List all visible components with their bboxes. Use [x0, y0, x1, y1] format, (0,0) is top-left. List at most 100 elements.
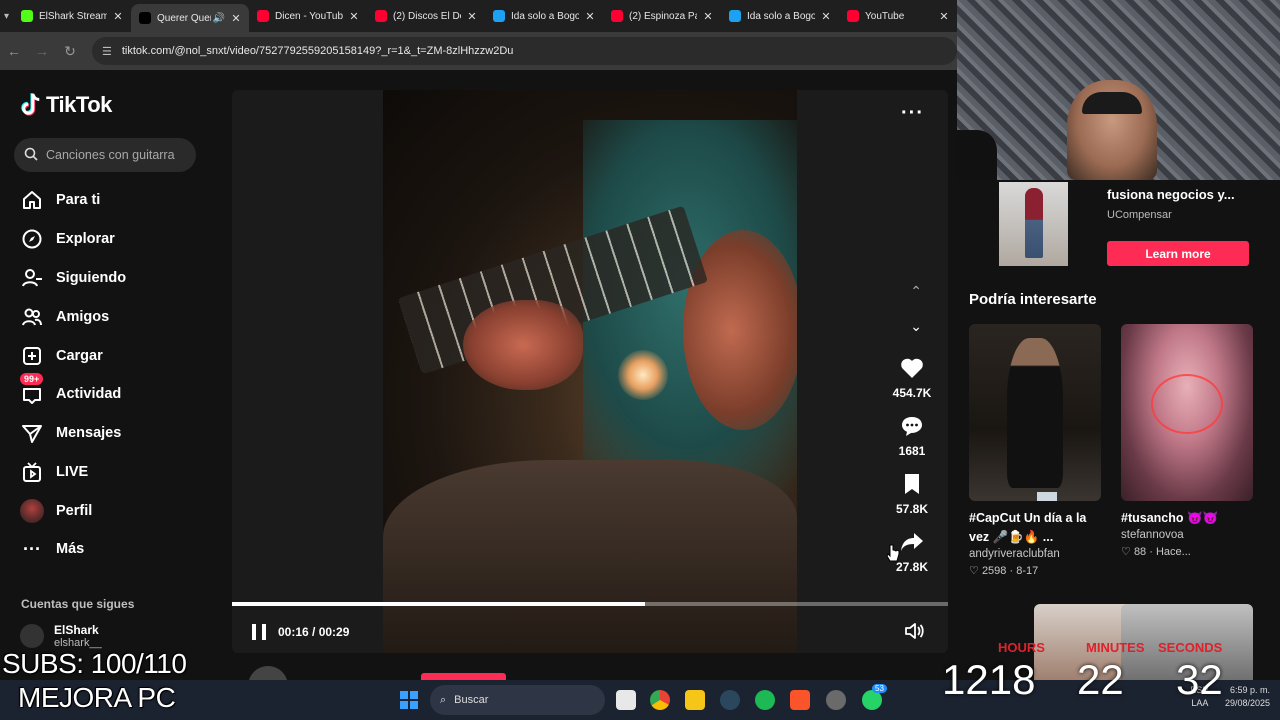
suggestion-user[interactable]: stefannovoa	[1121, 529, 1253, 541]
tab-close-icon[interactable]: ✕	[583, 10, 597, 23]
tab-audio-icon[interactable]: 🔊	[213, 13, 225, 24]
nav-label: Mensajes	[56, 425, 122, 441]
browser-tab[interactable]: (2) Espinoza Paz ✕	[603, 0, 721, 32]
video-progress-bar[interactable]	[232, 602, 948, 606]
nav-explorar[interactable]: Explorar	[20, 224, 115, 254]
steam-icon[interactable]	[720, 690, 740, 710]
video-time: 00:16 / 00:29	[278, 624, 350, 639]
like-button[interactable]: 454.7K	[889, 356, 935, 400]
tab-search-button[interactable]: ▾	[0, 0, 13, 32]
nav-siguiendo[interactable]: Siguiendo	[20, 263, 126, 293]
nav-mensajes[interactable]: Mensajes	[20, 418, 121, 448]
thumbnail-heart-outline	[1151, 374, 1223, 434]
tiktok-logo[interactable]: TikTok	[20, 92, 112, 118]
suggestion-likes: 2598	[981, 565, 1007, 577]
nav-label: Más	[56, 541, 85, 557]
tab-close-icon[interactable]: ✕	[111, 10, 125, 23]
send-icon	[20, 421, 44, 445]
browser-tab[interactable]: ElShark Stream ✕	[13, 0, 131, 32]
ad-figure	[1025, 188, 1043, 258]
tab-bar: ▾ ElShark Stream✕Querer Quererte🔊✕Dicen …	[0, 0, 957, 32]
tab-title: Ida solo a Bogotá	[747, 10, 815, 22]
browser-tab[interactable]: Querer Quererte🔊 ✕	[131, 4, 249, 32]
taskbar-search[interactable]: ⌕ Buscar	[430, 685, 605, 715]
more-options-button[interactable]: ···	[901, 102, 924, 125]
suggestion-user[interactable]: andyriveraclubfan	[969, 548, 1101, 560]
back-button[interactable]: ←	[0, 43, 28, 59]
tab-favicon-icon	[611, 10, 623, 22]
browser-tab[interactable]: Ida solo a Bogotá ✕	[721, 0, 839, 32]
video-player[interactable]: ··· ⌃ ⌄ 454.7K 1681 57.8K 27.8K 00:16 / …	[232, 90, 948, 653]
following-heading: Cuentas que sigues	[21, 597, 135, 611]
pause-icon[interactable]	[252, 623, 266, 640]
browser-tab[interactable]: Ida solo a Bogotá ✕	[485, 0, 603, 32]
nav-cargar[interactable]: Cargar	[20, 341, 103, 371]
volume-icon[interactable]	[904, 622, 924, 645]
compass-icon	[20, 227, 44, 251]
nav-mas[interactable]: ··· Más	[20, 534, 84, 564]
previous-video-button[interactable]: ⌃	[910, 283, 922, 300]
tab-favicon-icon	[493, 10, 505, 22]
dot-separator: ·	[1009, 565, 1014, 577]
nav-para-ti[interactable]: Para ti	[20, 185, 100, 215]
settings-gear-icon[interactable]	[826, 690, 846, 710]
live-icon	[20, 460, 44, 484]
tab-close-icon[interactable]: ✕	[937, 10, 951, 23]
tab-title: YouTube	[865, 10, 905, 22]
tab-close-icon[interactable]: ✕	[229, 12, 243, 25]
reload-button[interactable]: ↻	[56, 43, 84, 60]
chrome-icon[interactable]	[650, 690, 670, 710]
search-input[interactable]	[46, 148, 186, 162]
following-account[interactable]: ElShark elshark__	[20, 623, 102, 649]
suggestion-card[interactable]: #tusancho 😈😈 stefannovoa ♡ 88 · Hace...	[1121, 324, 1253, 558]
video-thumbnail[interactable]	[1121, 324, 1253, 501]
activity-badge: 99+	[20, 373, 44, 385]
nav-live[interactable]: LIVE	[20, 457, 88, 487]
nav-label: Actividad	[56, 386, 122, 402]
save-button[interactable]: 57.8K	[889, 472, 935, 516]
next-video-button[interactable]: ⌄	[910, 318, 922, 335]
hours-value: 1218	[942, 656, 1036, 703]
url-field[interactable]: ☰ tiktok.com/@nol_snxt/video/75277925592…	[92, 37, 957, 65]
webcam-hat	[1082, 92, 1142, 114]
nav-label: Amigos	[56, 309, 110, 325]
tab-favicon-icon	[139, 12, 151, 24]
forward-button[interactable]: →	[28, 43, 56, 59]
site-settings-icon[interactable]: ☰	[102, 45, 112, 58]
friends-icon	[20, 305, 44, 329]
tab-title: (2) Discos El Dorado	[393, 10, 461, 22]
learn-more-button[interactable]: Learn more	[1107, 241, 1249, 266]
nav-amigos[interactable]: Amigos	[20, 302, 109, 332]
tab-close-icon[interactable]: ✕	[347, 10, 361, 23]
file-explorer-icon[interactable]	[685, 690, 705, 710]
task-view-icon[interactable]	[616, 690, 636, 710]
ad-image[interactable]	[999, 182, 1068, 266]
tab-close-icon[interactable]: ✕	[701, 10, 715, 23]
tiktok-page: TikTok Para ti Explorar Siguiendo Amigos…	[0, 70, 957, 706]
nav-label: Siguiendo	[56, 270, 127, 286]
windows-start-icon[interactable]	[400, 691, 418, 709]
video-scene-light	[618, 350, 668, 400]
avatar	[20, 624, 44, 648]
brave-icon[interactable]	[790, 690, 810, 710]
browser-tab[interactable]: (2) Discos El Dorado ✕	[367, 0, 485, 32]
tab-close-icon[interactable]: ✕	[819, 10, 833, 23]
search-box[interactable]	[14, 138, 196, 172]
spotify-icon[interactable]	[755, 690, 775, 710]
nav-perfil[interactable]: Perfil	[20, 496, 92, 526]
suggestion-stats: ♡ 88 · Hace...	[1121, 545, 1253, 558]
browser-tab[interactable]: YouTube ✕	[839, 0, 957, 32]
video-frame[interactable]	[383, 90, 797, 653]
whatsapp-icon[interactable]: 53	[862, 684, 887, 710]
suggestion-card[interactable]: #CapCut Un día a la vez 🎤🍺🔥 ... andyrive…	[969, 324, 1101, 577]
tab-title: (2) Espinoza Paz	[629, 10, 697, 22]
tab-close-icon[interactable]: ✕	[465, 10, 479, 23]
suggestion-date: 8-17	[1016, 565, 1039, 577]
ad-title[interactable]: fusiona negocios y...	[1107, 187, 1235, 202]
browser-tab[interactable]: Dicen - YouTube ✕	[249, 0, 367, 32]
comment-button[interactable]: 1681	[889, 414, 935, 458]
nav-actividad[interactable]: 99+ Actividad	[20, 373, 122, 409]
video-thumbnail[interactable]	[969, 324, 1101, 501]
upload-icon	[20, 344, 44, 368]
tiktok-brand: TikTok	[46, 92, 112, 117]
